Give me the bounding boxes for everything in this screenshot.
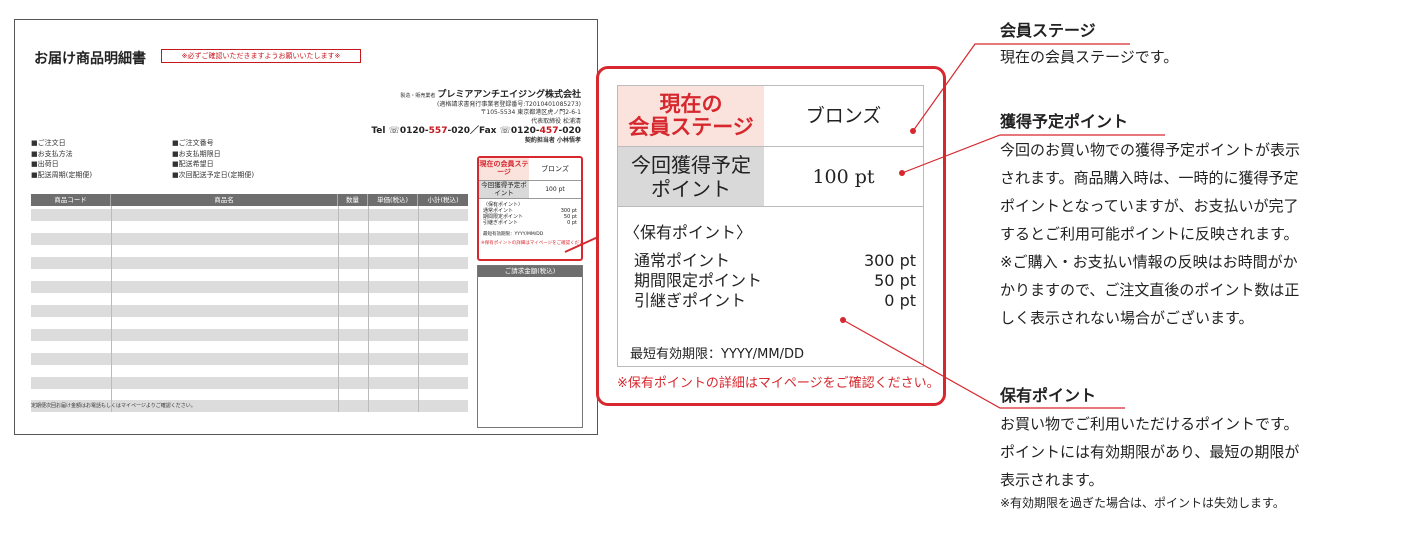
explanation-earn-line: ポイントとなっていますが、お支払いが完了 bbox=[1000, 197, 1299, 215]
company-address: 〒105-5534 東京都港区虎ノ門2-6-1 bbox=[480, 109, 581, 117]
stage-label: 現在の 会員ステージ bbox=[618, 86, 764, 146]
info-payment-due: ■お支払期限日 bbox=[172, 149, 221, 158]
company-person: 契約担当者 小林悟孝 bbox=[524, 137, 581, 145]
company-registration: (適格請求書発行事業者登録番号:T2010401085273) bbox=[437, 100, 581, 108]
company-name: プレミアアンチエイジング株式会社 bbox=[437, 90, 581, 100]
earn-row: 今回獲得予定 ポイント 100 pt bbox=[618, 147, 923, 207]
company-info: 製造・販売業者 プレミアアンチエイジング株式会社 (適格請求書発行事業者登録番号… bbox=[371, 90, 581, 146]
invoice-document: お届け商品明細書 ※必ずご確認いただきますようお願いいたします※ 製造・販売業者… bbox=[14, 19, 598, 435]
explanation-held-title: 保有ポイント bbox=[1000, 386, 1097, 405]
explanation-earn-line: されます。商品購入時は、一時的に獲得予定 bbox=[1000, 169, 1299, 187]
table-header: 商品コード 商品名 数量 単価(税込) 小計(税込) bbox=[31, 194, 468, 206]
table-row bbox=[31, 233, 468, 245]
header-product-code: 商品コード bbox=[31, 194, 111, 206]
mini-stage-value: ブロンズ bbox=[541, 165, 569, 173]
explanation-earn-line: ※ご購入・お支払い情報の反映はお時間がか bbox=[1000, 253, 1298, 271]
explanation-earn-line: かりますので、ご注文直後のポイント数は正 bbox=[1000, 281, 1300, 299]
explanation-held-small: ※有効期限を過ぎた場合は、ポイントは失効します。 bbox=[1000, 496, 1285, 510]
column-divider bbox=[368, 206, 369, 412]
earn-label: 今回獲得予定 ポイント bbox=[618, 147, 764, 206]
info-next-delivery: ■次回配送予定日(定期便) bbox=[172, 170, 255, 179]
table-row bbox=[31, 377, 468, 389]
table-row bbox=[31, 209, 468, 221]
expiry-date: 最短有効期限：YYYY/MM/DD bbox=[630, 347, 804, 362]
stage-value: ブロンズ bbox=[805, 105, 882, 127]
held-row-limited: 期間限定ポイント 50 pt bbox=[634, 271, 916, 290]
info-payment-method: ■お支払方法 bbox=[31, 149, 73, 158]
explanation-earn-title: 獲得予定ポイント bbox=[1000, 112, 1129, 131]
held-title: 〈保有ポイント〉 bbox=[624, 223, 753, 242]
explanation-earn-line: しく表示されない場合がございます。 bbox=[1000, 309, 1254, 327]
column-divider bbox=[418, 206, 419, 412]
explanation-earn-line: するとご利用可能ポイントに反映されます。 bbox=[1000, 225, 1299, 243]
table-row bbox=[31, 305, 468, 317]
items-table: 商品コード 商品名 数量 単価(税込) 小計(税込) bbox=[31, 194, 468, 412]
held-points-list: 通常ポイント 300 pt 期間限定ポイント 50 pt 引継ぎポイント 0 pt bbox=[634, 251, 916, 311]
explanation-stage: 会員ステージ 現在の会員ステージです。 bbox=[1000, 21, 1390, 69]
document-notice: ※必ずご確認いただきますようお願いいたします※ bbox=[161, 49, 361, 63]
explanation-earn-line: 今回のお買い物での獲得予定ポイントが表示 bbox=[1000, 141, 1301, 159]
info-order-number: ■ご注文番号 bbox=[172, 139, 214, 147]
column-divider bbox=[338, 206, 339, 412]
table-row bbox=[31, 329, 468, 341]
mini-held-label: 引継ぎポイント bbox=[483, 220, 519, 226]
document-title: お届け商品明細書 bbox=[34, 51, 146, 67]
header-unit-price: 単価(税込) bbox=[368, 194, 418, 206]
header-subtotal: 小計(税込) bbox=[427, 196, 459, 204]
explanation-held-line: 表示されます。 bbox=[1000, 471, 1104, 489]
mini-expiry: 最短有効期限：YYYY/MM/DD bbox=[483, 232, 544, 237]
header-quantity: 数量 bbox=[338, 194, 368, 206]
info-order-date: ■ご注文日 bbox=[31, 139, 66, 147]
table-body bbox=[31, 206, 468, 412]
billing-header: ご請求金額(税込) bbox=[478, 266, 582, 277]
points-panel-zoom: 現在の 会員ステージ ブロンズ 今回獲得予定 ポイント 100 pt 〈保有ポイ… bbox=[596, 66, 946, 406]
explanation-stage-title: 会員ステージ bbox=[1000, 21, 1096, 40]
company-tel: Tel ☏0120-557-020／Fax ☏0120-457-020 bbox=[371, 126, 581, 137]
mini-earn-label: 今回獲得予定ポイント bbox=[479, 181, 529, 198]
table-row bbox=[31, 257, 468, 269]
mini-earn-value: 100 pt bbox=[545, 186, 565, 193]
table-row bbox=[31, 281, 468, 293]
billing-box: ご請求金額(税込) bbox=[477, 265, 583, 428]
header-product-name: 商品名 bbox=[111, 194, 338, 206]
mini-note: ※保有ポイントの詳細はマイページをご確認ください。 bbox=[481, 241, 581, 246]
explanation-held-line: お買い物でご利用いただけるポイントです。 bbox=[1000, 415, 1299, 433]
explanation-held-line: ポイントには有効期限があり、最短の期限が bbox=[1000, 443, 1300, 461]
order-info-right: ■ご注文番号 ■お支払期限日 ■配送希望日 ■次回配送予定日(定期便) bbox=[172, 138, 254, 180]
footer-note: 定期便次回お届け金額はお電話もしくはマイページよりご確認ください。 bbox=[31, 403, 196, 409]
explanation-stage-line: 現在の会員ステージです。 bbox=[1000, 48, 1179, 66]
points-panel-inner: 現在の 会員ステージ ブロンズ 今回獲得予定 ポイント 100 pt 〈保有ポイ… bbox=[617, 85, 924, 367]
panel-note: ※保有ポイントの詳細はマイページをご確認ください。 bbox=[617, 376, 940, 391]
column-divider bbox=[111, 206, 112, 412]
mini-stage-label: 現在の会員ステージ bbox=[479, 158, 529, 180]
order-info-left: ■ご注文日 ■お支払方法 ■出荷日 ■配送周期(定期便) bbox=[31, 138, 92, 180]
table-row bbox=[31, 353, 468, 365]
mini-held-value: 0 pt bbox=[567, 220, 577, 226]
explanation-held: 保有ポイント お買い物でご利用いただけるポイントです。 ポイントには有効期限があ… bbox=[1000, 386, 1390, 512]
company-prefix: 製造・販売業者 bbox=[400, 93, 436, 99]
held-row-carryover: 引継ぎポイント 0 pt bbox=[634, 291, 916, 310]
explanation-earn: 獲得予定ポイント 今回のお買い物での獲得予定ポイントが表示 されます。商品購入時… bbox=[1000, 112, 1390, 332]
stage-row: 現在の 会員ステージ ブロンズ bbox=[618, 86, 923, 147]
earn-value: 100 pt bbox=[812, 166, 875, 188]
info-ship-date: ■出荷日 bbox=[31, 160, 59, 168]
mini-points-box: 現在の会員ステージ ブロンズ 今回獲得予定ポイント 100 pt 〈保有ポイント… bbox=[477, 156, 583, 261]
info-delivery-wish: ■配送希望日 bbox=[172, 160, 214, 168]
info-delivery-cycle: ■配送周期(定期便) bbox=[31, 170, 93, 179]
held-row-normal: 通常ポイント 300 pt bbox=[634, 251, 916, 270]
